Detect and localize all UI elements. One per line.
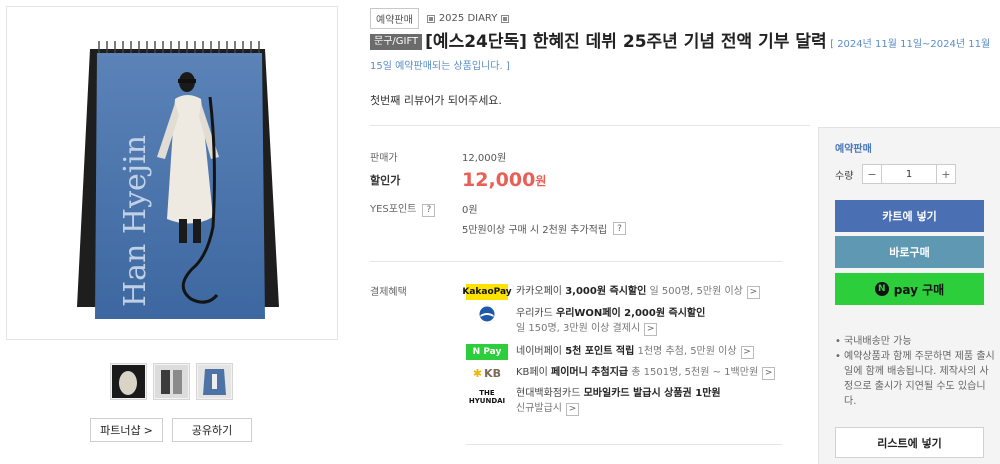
benefit-provider: 카카오페이 xyxy=(516,286,562,297)
preorder-tag: 예약판매 xyxy=(370,8,419,29)
benefit-detail-arrow-icon[interactable]: > xyxy=(762,367,776,380)
benefit-headline: 페이머니 추첨지급 xyxy=(551,367,629,378)
benefit-condition: 신규발급시 xyxy=(516,403,562,414)
thumbnail-3[interactable] xyxy=(196,363,233,400)
benefit-naverpay: N Pay 네이버페이 5천 포인트 적립 1천명 추첨, 5만원 이상 > xyxy=(466,344,754,360)
buy-now-button[interactable]: 바로구매 xyxy=(835,236,984,268)
benefit-detail-arrow-icon[interactable]: > xyxy=(746,286,760,299)
shipping-note-text: 국내배송만 가능 xyxy=(844,336,912,347)
diary-icon xyxy=(426,14,435,23)
quantity-row: 수량 − 1 + xyxy=(835,164,956,184)
share-button[interactable]: 공유하기 xyxy=(172,418,252,442)
payment-benefits-label-row: 결제혜택 xyxy=(370,283,462,298)
benefit-provider: 네이버페이 xyxy=(516,346,562,357)
share-label: 공유하기 xyxy=(191,424,233,437)
kakaopay-logo-icon: KakaoPay xyxy=(462,284,512,300)
benefit-text: 우리카드 우리WON페이 2,000원 즉시할인 일 150명, 3만원 이상 … xyxy=(516,306,705,336)
sale-price-row: 할인가 12,000 원 xyxy=(370,169,546,191)
quantity-label: 수량 xyxy=(835,170,854,182)
purchase-panel: 예약판매 수량 − 1 + 카트에 넣기 바로구매 N pay 구매 • 국내배송… xyxy=(818,127,1000,464)
thumbnail-strip xyxy=(110,363,233,400)
benefit-headline: 우리WON페이 2,000원 즉시할인 xyxy=(556,308,706,319)
benefit-kakaopay: KakaoPay 카카오페이 3,000원 즉시할인 일 500명, 5만원 이… xyxy=(462,284,760,300)
quantity-stepper: − 1 + xyxy=(862,164,956,184)
benefit-detail-arrow-icon[interactable]: > xyxy=(644,323,658,336)
payment-benefits-label: 결제혜택 xyxy=(370,287,407,298)
list-price-label: 판매가 xyxy=(370,153,398,164)
add-to-cart-button[interactable]: 카트에 넣기 xyxy=(835,200,984,232)
shipping-note-item: • 국내배송만 가능 xyxy=(835,336,912,347)
chevron-right-icon: > xyxy=(143,423,153,437)
points-help-icon[interactable]: ? xyxy=(422,203,436,217)
sale-price-label: 할인가 xyxy=(370,174,401,187)
shipping-note-text: 예약상품과 함께 주문하면 제품 출시일에 함께 배송됩니다. 제작사의 사정으… xyxy=(844,351,995,407)
thumbnail-2[interactable] xyxy=(153,363,190,400)
sale-price-unit: 원 xyxy=(535,173,547,188)
benefit-condition: 일 150명, 3만원 이상 결제시 xyxy=(516,323,641,334)
benefit-kbpay: ✱ KB KB페이 페이머니 추첨지급 총 1501명, 5천원 ~ 1백만원 > xyxy=(466,365,776,381)
thumbnail-1[interactable] xyxy=(110,363,147,400)
divider xyxy=(370,125,810,126)
benefit-condition: 1천명 추첨, 5만원 이상 xyxy=(637,346,737,357)
naverpay-label: pay 구매 xyxy=(893,282,945,297)
benefit-provider: 현대백화점카드 xyxy=(516,388,581,399)
points-label-wrap: YES포인트? xyxy=(370,200,462,217)
naverpay-logo-icon: N Pay xyxy=(466,344,508,360)
first-review-link[interactable]: 첫번째 리뷰어가 되어주세요. xyxy=(370,92,502,108)
benefit-condition: 일 500명, 5만원 이상 xyxy=(649,286,743,297)
benefit-condition: 총 1501명, 5천원 ~ 1백만원 xyxy=(631,367,759,378)
shipping-notes: • 국내배송만 가능 • 예약상품과 함께 주문하면 제품 출시일에 함께 배송됩니… xyxy=(835,334,995,409)
sale-price-value: 12,000 xyxy=(462,169,536,191)
list-price-row: 판매가 12,000원 xyxy=(370,149,506,164)
benefit-wooricard: 우리카드 우리WON페이 2,000원 즉시할인 일 150명, 3만원 이상 … xyxy=(466,306,705,336)
quantity-plus-button[interactable]: + xyxy=(937,165,955,183)
kb-logo-text: KB xyxy=(484,366,502,380)
product-title: [예스24단독] 한혜진 데뷔 25주년 기념 전액 기부 달력 xyxy=(425,32,827,52)
add-to-wishlist-button[interactable]: 리스트에 넣기 xyxy=(835,427,984,458)
naverpay-icon: N xyxy=(874,282,889,296)
points-value: 0원 xyxy=(462,204,478,216)
naverpay-button[interactable]: N pay 구매 xyxy=(835,273,984,305)
benefit-text: 카카오페이 3,000원 즉시할인 일 500명, 5만원 이상 > xyxy=(516,284,760,299)
extra-points-help-icon[interactable]: ? xyxy=(613,222,627,235)
diary-icon xyxy=(501,14,510,23)
benefit-headline: 5천 포인트 적립 xyxy=(565,346,635,357)
product-tags: 예약판매 2025 DIARY xyxy=(370,8,510,29)
benefit-text: 네이버페이 5천 포인트 적립 1천명 추첨, 5만원 이상 > xyxy=(516,344,754,359)
benefit-detail-arrow-icon[interactable]: > xyxy=(740,346,754,359)
extra-points-row: 5만원이상 구매 시 2천원 추가적립 ? xyxy=(462,221,627,236)
points-label: YES포인트 xyxy=(370,204,417,215)
list-price-value: 12,000원 xyxy=(462,153,507,164)
product-main-image[interactable]: Han Hyejin xyxy=(6,6,338,340)
benefit-headline: 3,000원 즉시할인 xyxy=(565,286,647,297)
benefit-provider: 우리카드 xyxy=(516,308,553,319)
hyundai-logo-icon: THE HYUNDAI xyxy=(468,389,506,405)
benefit-text: KB페이 페이머니 추첨지급 총 1501명, 5천원 ~ 1백만원 > xyxy=(516,365,776,380)
benefit-headline: 모바일카드 발급시 상품권 1만원 xyxy=(583,388,721,399)
left-action-buttons: 파트너샵 > 공유하기 xyxy=(90,418,252,442)
product-title-block: 문구/GIFT [예스24단독] 한혜진 데뷔 25주년 기념 전액 기부 달력 … xyxy=(370,31,998,77)
svg-text:Han Hyejin: Han Hyejin xyxy=(118,135,153,307)
divider xyxy=(466,444,782,445)
category-badge: 문구/GIFT xyxy=(370,34,423,50)
partner-shop-button[interactable]: 파트너샵 > xyxy=(90,418,163,442)
panel-preorder-label: 예약판매 xyxy=(835,144,872,155)
quantity-input[interactable]: 1 xyxy=(881,165,937,183)
kb-logo-icon: ✱ KB xyxy=(472,366,502,380)
series-tag[interactable]: 2025 DIARY xyxy=(426,13,510,24)
divider xyxy=(370,261,782,262)
woori-logo-icon xyxy=(466,306,508,322)
extra-points-text: 5만원이상 구매 시 2천원 추가적립 xyxy=(462,225,608,236)
benefit-hyundai: THE HYUNDAI 현대백화점카드 모바일카드 발급시 상품권 1만원 신규… xyxy=(466,386,721,416)
partner-shop-label: 파트너샵 xyxy=(100,424,141,437)
shipping-note-item: • 예약상품과 함께 주문하면 제품 출시일에 함께 배송됩니다. 제작사의 사정… xyxy=(835,351,995,407)
calendar-illustration: Han Hyejin xyxy=(77,41,279,319)
points-row: YES포인트? 0원 xyxy=(370,200,478,217)
benefit-detail-arrow-icon[interactable]: > xyxy=(566,403,579,416)
benefit-text: 현대백화점카드 모바일카드 발급시 상품권 1만원 신규발급시 > xyxy=(516,386,721,416)
quantity-minus-button[interactable]: − xyxy=(863,165,881,183)
benefit-provider: KB페이 xyxy=(516,367,548,378)
series-label: 2025 DIARY xyxy=(438,13,498,24)
